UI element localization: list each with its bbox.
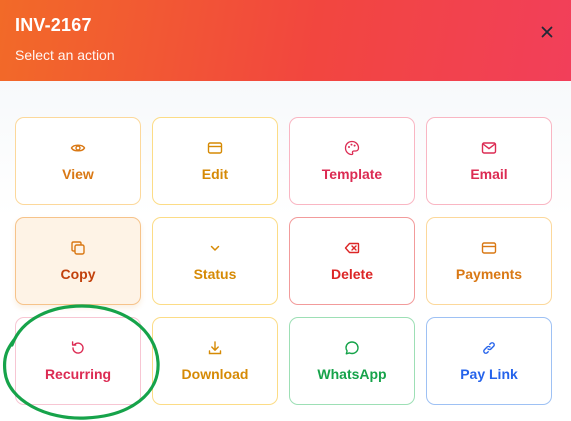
edit-button[interactable]: Edit [152, 117, 278, 205]
whatsapp-button[interactable]: WhatsApp [289, 317, 415, 405]
action-dialog-header: INV-2167 Select an action [0, 0, 571, 81]
email-button[interactable]: Email [426, 117, 552, 205]
payments-button[interactable]: Payments [426, 217, 552, 305]
email-label: Email [470, 166, 508, 182]
view-button[interactable]: View [15, 117, 141, 205]
card-icon [207, 140, 223, 156]
refresh-icon [70, 340, 86, 356]
pay-link-button[interactable]: Pay Link [426, 317, 552, 405]
download-label: Download [181, 366, 249, 382]
delete-button[interactable]: Delete [289, 217, 415, 305]
payments-label: Payments [455, 266, 523, 282]
status-label: Status [193, 266, 237, 282]
copy-label: Copy [60, 266, 96, 282]
template-button[interactable]: Template [289, 117, 415, 205]
palette-icon [344, 140, 360, 156]
copy-button[interactable]: Copy [15, 217, 141, 305]
dialog-subtitle: Select an action [15, 47, 115, 63]
copy-icon [70, 240, 86, 256]
invoice-number-title: INV-2167 [15, 15, 92, 35]
chat-icon [344, 340, 360, 356]
link-icon [481, 340, 497, 356]
recurring-button[interactable]: Recurring [15, 317, 141, 405]
download-button[interactable]: Download [152, 317, 278, 405]
status-button[interactable]: Status [152, 217, 278, 305]
mail-icon [481, 140, 497, 156]
chevron-down-icon [207, 240, 223, 256]
delete-label: Delete [330, 266, 374, 282]
whatsapp-label: WhatsApp [317, 366, 387, 382]
card-icon [481, 240, 497, 256]
edit-label: Edit [201, 166, 229, 182]
close-icon [541, 26, 553, 38]
pay-link-label: Pay Link [460, 366, 518, 382]
download-icon [207, 340, 223, 356]
view-label: View [62, 166, 94, 182]
recurring-label: Recurring [44, 366, 112, 382]
close-button[interactable] [537, 22, 557, 42]
backspace-icon [344, 240, 360, 256]
eye-icon [70, 140, 86, 156]
template-label: Template [321, 166, 383, 182]
